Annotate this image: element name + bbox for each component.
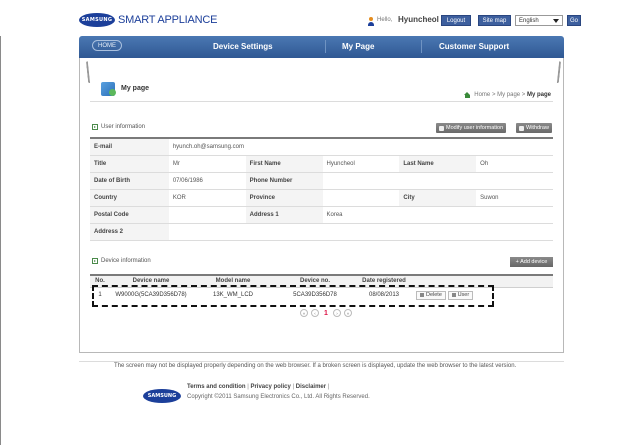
breadcrumb: Home > My page > My page <box>464 92 551 98</box>
current-page[interactable]: 1 <box>322 309 330 317</box>
modify-user-info-label: Modify user information <box>446 125 504 131</box>
nav-customer-support[interactable]: Customer Support <box>439 42 509 51</box>
address2-value <box>168 223 553 241</box>
nav-device-settings[interactable]: Device Settings <box>213 42 273 51</box>
pagination: « ‹ 1 › » <box>300 309 352 317</box>
section-arrow-icon <box>92 124 98 130</box>
last-name-value: Oh <box>476 155 553 173</box>
nav-my-page[interactable]: My Page <box>342 42 374 51</box>
page-header: My page Home > My page > My page <box>90 80 553 102</box>
chevron-down-icon <box>553 19 559 23</box>
user-bar: Hello, Hyuncheol Logout Site map English… <box>0 15 640 29</box>
footer-samsung-logo: SAMSUNG <box>143 389 181 403</box>
section-arrow-icon <box>92 258 98 264</box>
privacy-link[interactable]: Privacy policy <box>250 384 290 390</box>
header: SAMSUNG SMART APPLIANCE Hello, Hyuncheol… <box>0 0 640 36</box>
my-page-icon <box>101 82 116 96</box>
next-page-button[interactable]: › <box>333 309 341 317</box>
window-left-border <box>0 0 1 445</box>
email-value: hyunch.oh@samsung.com <box>168 138 553 156</box>
withdraw-button[interactable]: Withdraw <box>516 123 552 133</box>
breadcrumb-my-page[interactable]: My page <box>497 92 520 98</box>
table-row: Title Mr First Name Hyuncheol Last Name … <box>90 155 553 173</box>
terms-link[interactable]: Terms and condition <box>187 384 246 390</box>
table-row: Address 2 <box>90 223 553 241</box>
last-page-button[interactable]: » <box>344 309 352 317</box>
user-name: Hyuncheol <box>398 15 439 24</box>
page-title: My page <box>121 85 150 92</box>
user-info-heading: User information <box>92 124 145 130</box>
breadcrumb-separator: > <box>490 92 498 98</box>
modify-user-info-button[interactable]: Modify user information <box>436 123 507 133</box>
province-value <box>322 189 400 207</box>
first-name-label: First Name <box>245 155 323 173</box>
home-icon <box>464 92 471 98</box>
phone-label: Phone Number <box>245 172 323 190</box>
disclaimer-link[interactable]: Disclaimer <box>296 384 326 390</box>
user-icon <box>368 17 374 26</box>
city-label: City <box>399 189 477 207</box>
country-label: Country <box>90 189 169 207</box>
footer-divider <box>79 361 564 362</box>
main-nav: HOME Device Settings My Page Customer Su… <box>79 36 564 58</box>
email-label: E-mail <box>90 138 169 156</box>
edit-icon <box>439 125 444 131</box>
go-button[interactable]: Go <box>567 15 581 26</box>
breadcrumb-separator: > <box>520 92 527 98</box>
table-row: E-mail hyunch.oh@samsung.com <box>90 138 553 156</box>
province-label: Province <box>245 189 323 207</box>
copyright: Copyright ©2011 Samsung Electronics Co.,… <box>187 394 370 400</box>
language-value: English <box>519 17 539 24</box>
withdraw-label: Withdraw <box>526 125 549 131</box>
last-name-label: Last Name <box>399 155 477 173</box>
user-info-heading-text: User information <box>101 124 146 130</box>
title-label: Title <box>90 155 169 173</box>
add-device-button[interactable]: + Add device <box>510 257 553 267</box>
table-row: Country KOR Province City Suwon <box>90 189 553 207</box>
footer-separator: | <box>327 384 330 390</box>
first-name-value: Hyuncheol <box>322 155 400 173</box>
breadcrumb-current: My page <box>526 92 551 98</box>
address2-label: Address 2 <box>90 223 169 241</box>
footer-links: Terms and condition | Privacy policy | D… <box>187 384 329 390</box>
first-page-button[interactable]: « <box>300 309 308 317</box>
device-info-heading: Device information <box>92 258 151 264</box>
country-value: KOR <box>168 189 246 207</box>
nav-home-button[interactable]: HOME <box>92 40 122 51</box>
logout-button[interactable]: Logout <box>441 15 471 26</box>
site-map-button[interactable]: Site map <box>478 15 511 26</box>
dob-label: Date of Birth <box>90 172 169 190</box>
breadcrumb-home[interactable]: Home <box>474 92 490 98</box>
address1-value: Korea <box>322 206 553 224</box>
phone-value <box>322 172 553 190</box>
postal-code-value <box>168 206 246 224</box>
prev-page-button[interactable]: ‹ <box>311 309 319 317</box>
city-value: Suwon <box>476 189 553 207</box>
address1-label: Address 1 <box>245 206 323 224</box>
title-value: Mr <box>168 155 246 173</box>
highlight-box <box>92 285 494 307</box>
postal-code-label: Postal Code <box>90 206 169 224</box>
nav-divider <box>325 40 326 53</box>
hello-text: Hello, <box>377 17 393 23</box>
language-select[interactable]: English <box>515 15 563 26</box>
device-info-heading-text: Device information <box>101 258 151 264</box>
table-row: Postal Code Address 1 Korea <box>90 206 553 224</box>
browser-note: The screen may not be displayed properly… <box>114 363 517 369</box>
user-info-table: E-mail hyunch.oh@samsung.com Title Mr Fi… <box>90 137 553 241</box>
pencil-icon <box>519 125 524 131</box>
table-row: Date of Birth 07/06/1986 Phone Number <box>90 172 553 190</box>
nav-divider <box>421 40 422 53</box>
dob-value: 07/06/1986 <box>168 172 246 190</box>
